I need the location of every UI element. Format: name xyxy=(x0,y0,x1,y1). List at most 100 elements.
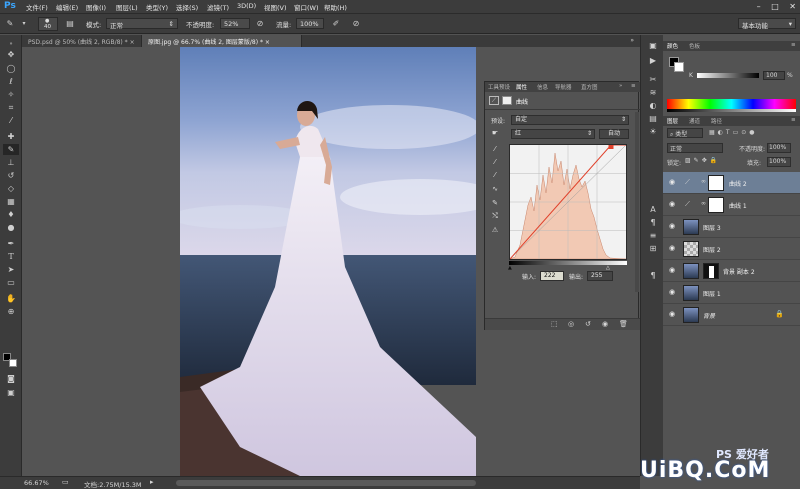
zoom-level[interactable]: 66.67% xyxy=(24,479,49,487)
tab-tool-presets[interactable]: 工具预设 xyxy=(488,83,510,91)
tab-properties[interactable]: 属性 xyxy=(516,83,527,91)
menu-edit[interactable]: 编辑(E) xyxy=(56,2,78,12)
quick-select-tool-icon[interactable]: ✧ xyxy=(3,89,19,100)
panel-menu-icon[interactable]: ≡ xyxy=(791,117,796,123)
clone-stamp-tool-icon[interactable]: ⊥ xyxy=(3,157,19,168)
tab-navigator[interactable]: 导航器 xyxy=(555,83,572,91)
panel-collapse-icon[interactable]: » xyxy=(619,83,622,89)
eye-icon[interactable]: ◉ xyxy=(669,223,678,230)
curve-point[interactable] xyxy=(608,145,614,149)
type-tool-icon[interactable]: T xyxy=(3,251,19,262)
pressure-size-icon[interactable]: ⊘ xyxy=(350,18,362,30)
layer-thumbnail[interactable] xyxy=(683,241,699,257)
eyedropper-black-icon[interactable]: ⁄ xyxy=(489,145,501,154)
layer-thumbnail[interactable] xyxy=(683,285,699,301)
close-icon[interactable]: ✕ xyxy=(789,2,796,11)
tab-histogram[interactable]: 直方图 xyxy=(581,83,598,91)
eye-icon[interactable]: ◉ xyxy=(669,267,678,274)
lock-icons[interactable]: ▨✎✥🔒 xyxy=(685,157,720,164)
menu-image[interactable]: 图像(I) xyxy=(86,2,106,12)
tab-color[interactable]: 颜色 xyxy=(667,42,678,50)
layer-opacity-field[interactable]: 100% xyxy=(767,143,791,153)
clipping-warning-icon[interactable]: ⚠ xyxy=(489,226,501,235)
horizontal-scrollbar[interactable] xyxy=(176,480,476,486)
panel-menu-icon[interactable]: ≡ xyxy=(791,42,796,48)
eyedropper-tool-icon[interactable]: ⁄ xyxy=(3,115,19,126)
maximize-icon[interactable]: □ xyxy=(771,2,779,11)
smooth-icon[interactable]: ⤭ xyxy=(489,212,501,221)
output-value-field[interactable]: 255 xyxy=(587,271,613,281)
workspace-select[interactable]: 基本功能 ▾ xyxy=(738,18,796,30)
eye-icon[interactable]: ◉ xyxy=(669,201,678,208)
dodge-tool-icon[interactable]: ● xyxy=(3,222,19,233)
black-point-slider-icon[interactable]: ▲ xyxy=(508,265,512,271)
pressure-opacity-icon[interactable]: ⊘ xyxy=(254,18,266,30)
flow-input[interactable]: 100% xyxy=(296,18,324,29)
dropdown-arrow-icon[interactable]: ▾ xyxy=(18,18,30,30)
clip-to-layer-icon[interactable]: ⬚ xyxy=(551,320,558,328)
gradient-tool-icon[interactable]: ▦ xyxy=(3,196,19,207)
blur-tool-icon[interactable]: ♦ xyxy=(3,209,19,220)
color-bg-swatch[interactable] xyxy=(674,62,684,72)
status-arrow-icon[interactable]: ▸ xyxy=(150,478,154,486)
menu-file[interactable]: 文件(F) xyxy=(26,2,48,12)
menu-filter[interactable]: 滤镜(T) xyxy=(207,2,229,12)
mode-select[interactable]: 正常 ⇕ xyxy=(106,18,178,30)
history-brush-tool-icon[interactable]: ↺ xyxy=(3,170,19,181)
opacity-input[interactable]: 52% xyxy=(220,18,250,29)
light-icon[interactable]: ☀ xyxy=(647,127,659,137)
k-value-field[interactable]: 100 xyxy=(763,71,785,80)
eye-icon[interactable]: ◉ xyxy=(669,289,678,296)
healing-brush-tool-icon[interactable]: ✚ xyxy=(3,131,19,142)
layer-thumbnail[interactable] xyxy=(683,263,699,279)
menu-layer[interactable]: 图层(L) xyxy=(116,2,138,12)
pen-tool-icon[interactable]: ✒ xyxy=(3,238,19,249)
layer-mask-thumbnail[interactable] xyxy=(708,175,724,191)
brush-presets-icon[interactable]: ≋ xyxy=(647,88,659,98)
eye-icon[interactable]: ◉ xyxy=(669,179,678,186)
curves-graph[interactable] xyxy=(509,144,627,260)
move-tool-icon[interactable]: ✥ xyxy=(3,49,19,60)
actions-icon[interactable]: ▶ xyxy=(647,56,659,66)
tab-original[interactable]: 原图.jpg @ 66.7% (曲线 2, 图层蒙版/8) * × xyxy=(142,35,302,47)
close-icon[interactable]: × xyxy=(130,39,135,46)
path-select-tool-icon[interactable]: ➤ xyxy=(3,264,19,275)
brush-preset-picker[interactable]: ● 40 xyxy=(38,17,58,31)
hand-adjust-icon[interactable]: ☛ xyxy=(489,129,501,138)
tab-psd[interactable]: PSD.psd @ 50% (曲线 2, RGB/8) * × xyxy=(22,35,142,47)
hand-tool-icon[interactable]: ✋ xyxy=(3,293,19,304)
tab-overflow-icon[interactable]: » xyxy=(630,37,634,44)
eye-icon[interactable]: ◉ xyxy=(669,311,678,318)
channel-icon[interactable]: ⊞ xyxy=(647,244,659,254)
toolbox-collapse-icon[interactable]: » xyxy=(3,39,19,47)
menu-type[interactable]: 类型(Y) xyxy=(146,2,168,12)
layer-thumbnail[interactable] xyxy=(683,307,699,323)
menu-select[interactable]: 选择(S) xyxy=(176,2,198,12)
channel-select[interactable]: 红 ⇕ xyxy=(511,129,595,139)
tab-swatches[interactable]: 色板 xyxy=(689,42,700,50)
layer-row-layer-2[interactable]: ◉ 图层 2 xyxy=(663,238,800,260)
zoom-tool-icon[interactable]: ⊕ xyxy=(3,306,19,317)
chain-link-icon[interactable]: ∞ xyxy=(701,178,706,185)
quick-mask-icon[interactable]: ◙ xyxy=(3,373,19,384)
mask-icon[interactable] xyxy=(502,96,512,105)
minimize-icon[interactable]: – xyxy=(757,2,761,11)
k-slider-track[interactable] xyxy=(697,73,759,78)
adjustments-icon[interactable]: ◐ xyxy=(647,101,659,111)
brush-tool-icon[interactable]: ✎ xyxy=(4,18,16,30)
tab-info[interactable]: 信息 xyxy=(537,83,548,91)
layer-mask-thumbnail[interactable] xyxy=(703,263,719,279)
text-icon[interactable]: A xyxy=(647,205,659,215)
status-menu-icon[interactable]: ▭ xyxy=(62,478,69,486)
brush-tool-icon[interactable]: ✎ xyxy=(3,144,19,155)
layer-row-background-copy-2[interactable]: ◉ 背景 副本 2 xyxy=(663,260,800,282)
eye-icon[interactable]: ◉ xyxy=(669,245,678,252)
panel-menu-icon[interactable]: ≡ xyxy=(631,83,636,89)
visibility-icon[interactable]: ◉ xyxy=(602,320,608,328)
blend-mode-select[interactable]: 正常 xyxy=(667,143,723,153)
layer-filter-kind[interactable]: ⌕ 类型 xyxy=(667,128,703,138)
marquee-tool-icon[interactable]: ◯ xyxy=(3,63,19,74)
menu-3d[interactable]: 3D(D) xyxy=(237,2,256,10)
menu-window[interactable]: 窗口(W) xyxy=(294,2,319,12)
view-previous-icon[interactable]: ◎ xyxy=(568,320,574,328)
